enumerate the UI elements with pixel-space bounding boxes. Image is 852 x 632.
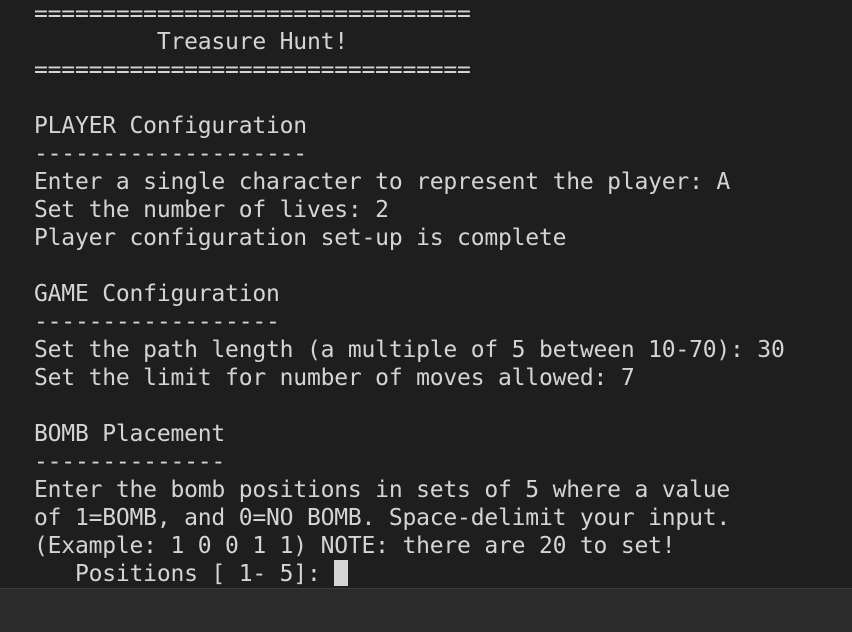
player-config-complete: Player configuration set-up is complete bbox=[34, 225, 567, 251]
game-title: Treasure Hunt! bbox=[34, 29, 348, 55]
positions-prompt: Positions [ 1- 5]: bbox=[34, 561, 335, 587]
bomb-instructions-line-2: of 1=BOMB, and 0=NO BOMB. Space-delimit … bbox=[34, 505, 731, 531]
positions-input-line[interactable]: Positions [ 1- 5]: bbox=[34, 560, 785, 588]
terminal-bottom-bar bbox=[0, 588, 852, 632]
banner-top-rule: ================================ bbox=[34, 1, 471, 27]
player-lives-prompt: Set the number of lives: 2 bbox=[34, 197, 389, 223]
banner-bottom-rule: ================================ bbox=[34, 57, 471, 83]
game-section-heading: GAME Configuration bbox=[34, 281, 280, 307]
player-character-prompt: Enter a single character to represent th… bbox=[34, 169, 731, 195]
bomb-instructions-line-1: Enter the bomb positions in sets of 5 wh… bbox=[34, 477, 731, 503]
game-section-underline: ------------------ bbox=[34, 309, 280, 335]
player-section-heading: PLAYER Configuration bbox=[34, 113, 307, 139]
move-limit-prompt: Set the limit for number of moves allowe… bbox=[34, 365, 635, 391]
terminal-output: ================================ Treasur… bbox=[0, 0, 852, 588]
bomb-section-underline: -------------- bbox=[34, 449, 226, 475]
path-length-prompt: Set the path length (a multiple of 5 bet… bbox=[34, 337, 785, 363]
bomb-section-heading: BOMB Placement bbox=[34, 421, 226, 447]
bomb-instructions-line-3: (Example: 1 0 0 1 1) NOTE: there are 20 … bbox=[34, 533, 676, 559]
text-cursor[interactable] bbox=[334, 560, 349, 586]
terminal-lines: ================================ Treasur… bbox=[34, 0, 785, 588]
player-section-underline: -------------------- bbox=[34, 141, 307, 167]
